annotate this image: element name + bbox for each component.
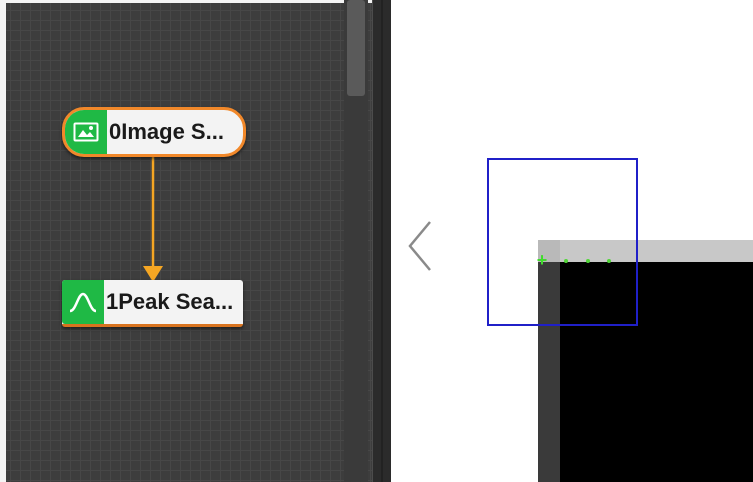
node-label: 0Image S... xyxy=(109,119,224,144)
roi-rectangle[interactable] xyxy=(487,158,638,326)
node-peak-search[interactable]: 1Peak Sea... xyxy=(62,280,243,327)
node-label: 1Peak Sea... xyxy=(106,289,234,314)
node-image-source[interactable]: 0Image S... xyxy=(62,107,246,157)
panel-splitter[interactable] xyxy=(372,0,391,482)
canvas-vertical-scrollbar[interactable] xyxy=(344,0,368,482)
crosshair-plus-icon: + xyxy=(536,250,548,270)
marker-dot xyxy=(607,259,611,263)
peak-icon xyxy=(62,280,104,324)
scrollbar-thumb[interactable] xyxy=(347,0,365,96)
node-connector-arrow xyxy=(143,157,163,282)
marker-dot xyxy=(564,259,568,263)
image-icon xyxy=(65,110,107,154)
chevron-left-icon[interactable] xyxy=(402,216,438,276)
marker-dot xyxy=(586,259,590,263)
